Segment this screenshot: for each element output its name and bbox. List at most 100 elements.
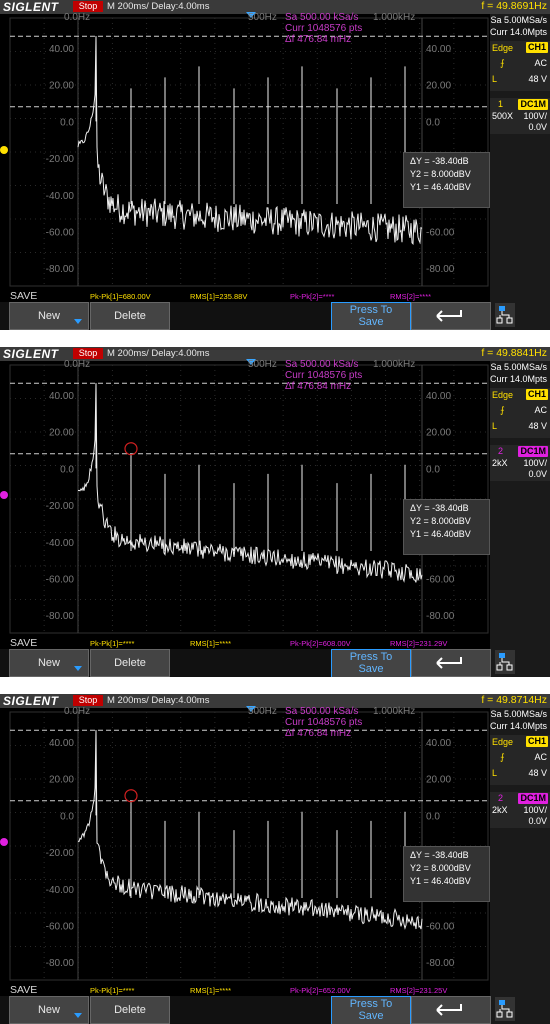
delete-button-label: Delete — [114, 657, 146, 669]
db-tick-label: 0.0 — [60, 464, 74, 475]
marker-circle-icon — [124, 442, 138, 456]
fft-trace — [77, 383, 423, 583]
fft-resolution: Δf 476.84 mHz — [285, 381, 352, 392]
channel-level-icon — [0, 146, 8, 154]
frequency-counter: f = 49.8841Hz — [481, 347, 547, 359]
delete-button[interactable]: Delete — [90, 996, 170, 1024]
sample-rate: Sa 5.00MSa/s — [490, 15, 547, 25]
trigger-level-label: L — [492, 768, 498, 778]
new-button[interactable]: New — [9, 649, 89, 677]
trigger-type: Edge — [492, 737, 514, 747]
save-label: Save — [358, 1010, 384, 1022]
right-info-panel: Sa 5.00MSa/s Curr 14.0Mpts Edge CH1 ⨍ AC… — [490, 14, 550, 330]
db-tick-label: 40.00 — [49, 391, 74, 402]
cursor-y1: Y1 = 46.40dBV — [410, 876, 471, 886]
delete-button[interactable]: Delete — [90, 302, 170, 330]
channel-number: 1 — [498, 99, 504, 109]
new-button[interactable]: New — [9, 302, 89, 330]
trigger-source: CH1 — [525, 389, 548, 400]
fft-display: 40.0040.0020.0020.000.00.0-20.00-20.00-4… — [0, 706, 489, 981]
channel-coupling: DC1M — [518, 793, 548, 804]
scope-screen-3: SIGLENT Stop M 200ms/ Delay:4.00ms f = 4… — [0, 694, 550, 1024]
channel-offset: 0.0V — [528, 816, 547, 826]
back-button[interactable] — [411, 649, 491, 677]
trigger-panel[interactable]: Edge CH1 ⨍ AC L 48 V — [490, 388, 550, 438]
save-menu-title: SAVE — [10, 290, 38, 302]
cursor-y2: Y2 = 8.000dBV — [410, 516, 471, 526]
back-button[interactable] — [411, 996, 491, 1024]
cursor-delta-y: ΔY = -38.40dB — [410, 850, 469, 860]
fft-trace — [77, 36, 423, 245]
scope-screen-2: SIGLENT Stop M 200ms/ Delay:4.00ms f = 4… — [0, 347, 550, 677]
fft-start-label: 0.0Hz — [64, 12, 91, 23]
press-to-save-button[interactable]: Press To Save — [331, 302, 411, 330]
press-to-save-button[interactable]: Press To Save — [331, 649, 411, 677]
frequency-counter: f = 49.8691Hz — [481, 0, 547, 12]
trigger-level-label: L — [492, 421, 498, 431]
trigger-panel[interactable]: Edge CH1 ⨍ AC L 48 V — [490, 735, 550, 785]
return-arrow-icon — [436, 310, 462, 322]
db-tick-label: -80.00 — [46, 958, 75, 969]
volts-per-div: 100V/ — [523, 805, 547, 815]
channel-panel[interactable]: 1 DC1M 500X 100V/ 0.0V — [490, 98, 550, 134]
channel-coupling: DC1M — [518, 99, 548, 110]
db-tick-label-right: 20.00 — [426, 775, 451, 786]
press-to-label: Press To — [349, 998, 393, 1010]
fft-mid-label: 500Hz — [248, 706, 277, 717]
trigger-level: 48 V — [528, 74, 547, 84]
db-tick-label-right: 0.0 — [426, 811, 440, 822]
rising-edge-icon: ⨍ — [500, 405, 505, 415]
sample-rate: Sa 5.00MSa/s — [490, 709, 547, 719]
db-tick-label: 0.0 — [60, 117, 74, 128]
fft-resolution: Δf 476.84 mHz — [285, 34, 352, 45]
network-status-icon — [495, 997, 515, 1021]
chevron-down-icon — [74, 319, 82, 324]
new-button-label: New — [37, 1004, 60, 1016]
channel-panel[interactable]: 2 DC1M 2kX 100V/ 0.0V — [490, 792, 550, 828]
db-tick-label: -40.00 — [46, 191, 75, 202]
channel-panel[interactable]: 2 DC1M 2kX 100V/ 0.0V — [490, 445, 550, 481]
save-label: Save — [358, 316, 384, 328]
trigger-level-label: L — [492, 74, 498, 84]
db-tick-label: -20.00 — [46, 848, 75, 859]
fft-end-label: 1.000kHz — [373, 359, 416, 370]
measure-pkpk-2: Pk-Pk[2]=608.00V — [290, 639, 351, 648]
db-tick-label: 20.00 — [49, 428, 74, 439]
cursor-readout: ΔY = -38.40dB Y2 = 8.000dBV Y1 = 46.40dB… — [403, 152, 490, 208]
db-tick-label: -40.00 — [46, 885, 75, 896]
fft-start-label: 0.0Hz — [64, 706, 91, 717]
trigger-coupling: AC — [534, 752, 547, 762]
trigger-panel[interactable]: Edge CH1 ⨍ AC L 48 V — [490, 41, 550, 91]
trigger-type: Edge — [492, 390, 514, 400]
delete-button[interactable]: Delete — [90, 649, 170, 677]
network-status-icon — [495, 650, 515, 674]
rising-edge-icon: ⨍ — [500, 752, 505, 762]
db-tick-label-right: -60.00 — [426, 228, 455, 239]
chevron-down-icon — [74, 666, 82, 671]
probe-ratio: 2kX — [492, 805, 508, 815]
right-info-panel: Sa 5.00MSa/s Curr 14.0Mpts Edge CH1 ⨍ AC… — [490, 361, 550, 677]
memory-depth: Curr 14.0Mpts — [489, 27, 547, 37]
fft-trace — [77, 730, 423, 930]
cursor-delta-y: ΔY = -38.40dB — [410, 156, 469, 166]
back-button[interactable] — [411, 302, 491, 330]
db-tick-label: 0.0 — [60, 811, 74, 822]
db-tick-label: -20.00 — [46, 501, 75, 512]
db-tick-label-right: 40.00 — [426, 738, 451, 749]
fft-mid-label: 500Hz — [248, 12, 277, 23]
measure-pkpk-1: Pk-Pk[1]=**** — [90, 986, 135, 995]
cursor-y1: Y1 = 46.40dBV — [410, 182, 471, 192]
probe-ratio: 500X — [492, 111, 514, 121]
measure-rms-1: RMS[1]=235.88V — [190, 292, 248, 301]
sample-rate: Sa 5.00MSa/s — [490, 362, 547, 372]
frequency-counter: f = 49.8714Hz — [481, 694, 547, 706]
fft-end-label: 1.000kHz — [373, 706, 416, 717]
fft-points: Curr 1048576 pts — [285, 370, 363, 381]
measure-rms-2: RMS[2]=231.29V — [390, 639, 448, 648]
new-button[interactable]: New — [9, 996, 89, 1024]
db-tick-label: -40.00 — [46, 538, 75, 549]
press-to-save-button[interactable]: Press To Save — [331, 996, 411, 1024]
press-to-label: Press To — [349, 651, 393, 663]
db-tick-label-right: -80.00 — [426, 611, 455, 622]
db-tick-label: -60.00 — [46, 575, 75, 586]
